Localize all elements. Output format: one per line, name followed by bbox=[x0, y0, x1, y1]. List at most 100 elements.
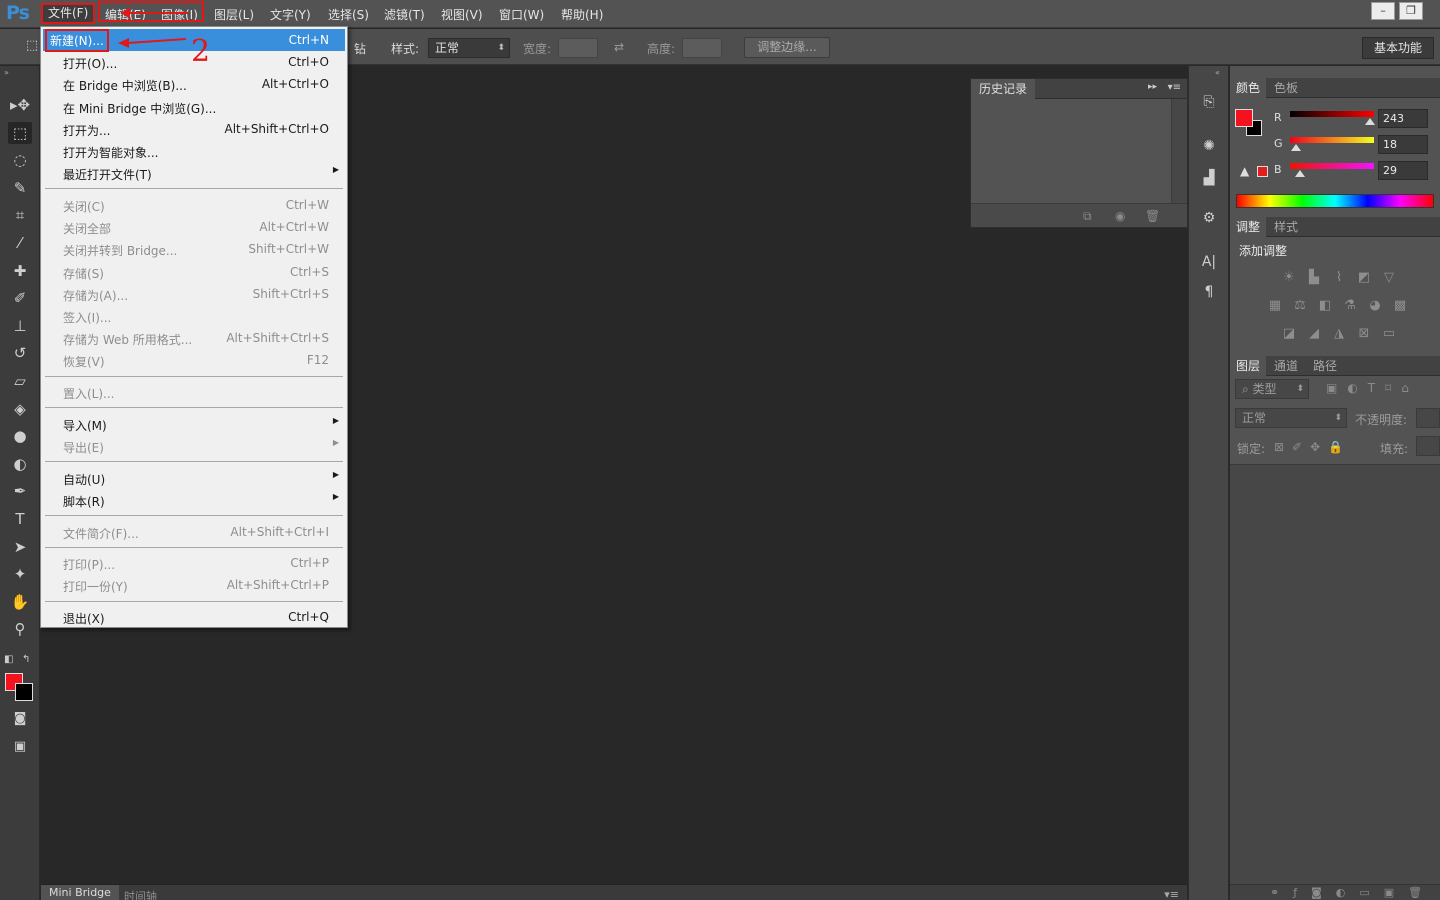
channel-g-value[interactable]: 18 bbox=[1378, 135, 1428, 154]
menu-filter[interactable]: 滤镜(T) bbox=[384, 6, 425, 23]
lock-icons[interactable]: ⊠✐✥🔒 bbox=[1274, 440, 1351, 454]
color-fg-swatch[interactable] bbox=[1235, 109, 1253, 127]
fill-input[interactable] bbox=[1416, 436, 1440, 456]
quick-selection-tool[interactable]: ✎ bbox=[8, 177, 32, 199]
character-icon[interactable]: A| bbox=[1197, 250, 1221, 274]
adjustment-icon[interactable]: ◧ bbox=[1316, 298, 1334, 314]
lasso-tool[interactable]: ◌ bbox=[8, 149, 32, 171]
blur-tool[interactable]: ● bbox=[8, 425, 32, 447]
file-menu-item[interactable]: 打开为智能对象... bbox=[43, 140, 345, 162]
file-menu-item[interactable]: 关闭全部 Alt+Ctrl+W bbox=[43, 216, 345, 238]
trash-icon[interactable]: 🗑 bbox=[1145, 209, 1160, 223]
layer-footer-icons[interactable]: ⚭ƒ◙◐▭▣🗑 bbox=[1270, 886, 1436, 899]
adjustment-icon[interactable]: ◮ bbox=[1330, 326, 1348, 342]
menu-select[interactable]: 选择(S) bbox=[328, 6, 369, 23]
channel-g-thumb[interactable] bbox=[1290, 144, 1301, 151]
color-spectrum-bar[interactable] bbox=[1236, 194, 1434, 208]
tab-mini-bridge[interactable]: Mini Bridge bbox=[41, 885, 119, 900]
layer-filter-icons[interactable]: ▣◐T⌑⌂ bbox=[1326, 381, 1419, 395]
channel-b-slider[interactable] bbox=[1290, 163, 1374, 169]
collapse-icon[interactable]: » bbox=[4, 68, 9, 77]
adjustment-icon[interactable]: ▩ bbox=[1391, 298, 1409, 314]
gamut-warning-icon[interactable]: ▲ bbox=[1240, 164, 1249, 178]
hand-tool[interactable]: ✋ bbox=[8, 591, 32, 613]
file-menu-item[interactable]: 恢复(V) F12 bbox=[43, 349, 345, 371]
history-panel-icon[interactable]: ⎘ bbox=[1197, 90, 1221, 114]
minimize-button[interactable]: – bbox=[1371, 2, 1395, 20]
tab-adjustments[interactable]: 调整 bbox=[1230, 217, 1267, 237]
file-menu-item[interactable]: 打印(P)... Ctrl+P bbox=[43, 552, 345, 574]
width-input[interactable] bbox=[558, 38, 598, 58]
file-menu-item[interactable]: 签入(I)... bbox=[43, 305, 345, 327]
adjustment-icon[interactable]: ▦ bbox=[1266, 298, 1284, 314]
file-menu-item[interactable]: 打开为... Alt+Shift+Ctrl+O bbox=[43, 118, 345, 140]
style-select[interactable]: 正常 ⬍ bbox=[428, 38, 510, 58]
channel-b-value[interactable]: 29 bbox=[1378, 161, 1428, 180]
workspace-switcher[interactable]: 基本功能 bbox=[1362, 37, 1434, 59]
file-menu-item[interactable]: 文件简介(F)... Alt+Shift+Ctrl+I bbox=[43, 521, 345, 543]
screen-mode-icon[interactable]: ▣ bbox=[8, 736, 32, 758]
file-menu-item[interactable]: 在 Bridge 中浏览(B)... Alt+Ctrl+O bbox=[43, 73, 345, 95]
menu-file[interactable]: 文件(F) bbox=[40, 3, 96, 24]
adjustment-icon[interactable]: ▽ bbox=[1380, 270, 1398, 286]
file-menu-item[interactable]: 退出(X) Ctrl+Q bbox=[43, 606, 345, 628]
panel-menu-icon[interactable]: ▾≡ bbox=[1164, 888, 1179, 900]
adjustment-icon[interactable]: ◕ bbox=[1366, 298, 1384, 314]
menu-layer[interactable]: 图层(L) bbox=[214, 6, 254, 23]
adjustment-icon[interactable]: ◩ bbox=[1355, 270, 1373, 286]
channel-r-value[interactable]: 243 bbox=[1378, 109, 1428, 128]
panel-menu-icon[interactable]: ▾≡ bbox=[1168, 82, 1181, 93]
brush-panel-icon[interactable]: ✺ bbox=[1197, 134, 1221, 158]
channel-r-slider[interactable] bbox=[1290, 111, 1374, 117]
adjustment-icon[interactable]: ▭ bbox=[1380, 326, 1398, 342]
adjustment-icon[interactable]: ⊠ bbox=[1355, 326, 1373, 342]
menu-help[interactable]: 帮助(H) bbox=[561, 6, 603, 23]
file-menu-item[interactable]: 脚本(R) ▶ bbox=[43, 489, 345, 511]
file-menu-item[interactable]: 最近打开文件(T) ▶ bbox=[43, 162, 345, 184]
dodge-tool[interactable]: ◐ bbox=[8, 453, 32, 475]
file-menu-item[interactable]: 导入(M) ▶ bbox=[43, 413, 345, 435]
adjustment-icon[interactable]: ⌇ bbox=[1330, 270, 1348, 286]
crop-tool[interactable]: ⌗ bbox=[8, 204, 32, 226]
custom-shape-tool[interactable]: ✦ bbox=[8, 563, 32, 585]
tab-swatches[interactable]: 色板 bbox=[1268, 78, 1304, 98]
tab-layers[interactable]: 图层 bbox=[1230, 356, 1267, 376]
default-colors-icon[interactable]: ◧ bbox=[4, 654, 13, 665]
file-menu-item[interactable]: 关闭(C) Ctrl+W bbox=[43, 194, 345, 216]
file-menu-item[interactable]: 存储为(A)... Shift+Ctrl+S bbox=[43, 283, 345, 305]
file-menu-item[interactable]: 存储(S) Ctrl+S bbox=[43, 261, 345, 283]
tab-paths[interactable]: 路径 bbox=[1307, 356, 1343, 376]
file-menu-item[interactable]: 置入(L)... bbox=[43, 381, 345, 403]
type-tool[interactable]: T bbox=[8, 508, 32, 530]
swap-icon[interactable]: ⇄ bbox=[614, 40, 624, 54]
tab-channels[interactable]: 通道 bbox=[1268, 356, 1304, 376]
tab-timeline[interactable]: 时间轴 bbox=[124, 888, 157, 900]
eraser-tool[interactable]: ▱ bbox=[8, 370, 32, 392]
menu-view[interactable]: 视图(V) bbox=[441, 6, 483, 23]
restore-button[interactable]: ❐ bbox=[1399, 2, 1423, 20]
pen-tool[interactable]: ✒ bbox=[8, 480, 32, 502]
refine-edge-button[interactable]: 调整边缘... bbox=[744, 37, 830, 58]
file-menu-item[interactable]: 在 Mini Bridge 中浏览(G)... bbox=[43, 96, 345, 118]
new-document-icon[interactable]: ⧉ bbox=[1083, 209, 1092, 224]
brush-tool[interactable]: ✐ bbox=[8, 287, 32, 309]
file-menu-item[interactable]: 自动(U) ▶ bbox=[43, 467, 345, 489]
menu-window[interactable]: 窗口(W) bbox=[499, 6, 544, 23]
tab-color[interactable]: 颜色 bbox=[1230, 78, 1267, 98]
properties-icon[interactable]: ⚙ bbox=[1197, 206, 1221, 230]
channel-b-thumb[interactable] bbox=[1294, 170, 1305, 177]
file-menu-item[interactable]: 存储为 Web 所用格式... Alt+Shift+Ctrl+S bbox=[43, 327, 345, 349]
menu-type[interactable]: 文字(Y) bbox=[270, 6, 311, 23]
history-scrollbar[interactable] bbox=[1171, 99, 1187, 203]
history-brush-tool[interactable]: ↺ bbox=[8, 342, 32, 364]
file-menu-item[interactable]: 导出(E) ▶ bbox=[43, 435, 345, 457]
swap-colors-icon[interactable]: ↰ bbox=[22, 654, 30, 665]
path-selection-tool[interactable]: ➤ bbox=[8, 536, 32, 558]
height-input[interactable] bbox=[682, 38, 722, 58]
adjustment-icon[interactable]: ☀ bbox=[1280, 270, 1298, 286]
histogram-icon[interactable]: ▟ bbox=[1197, 166, 1221, 190]
tab-styles[interactable]: 样式 bbox=[1268, 217, 1304, 237]
opacity-input[interactable] bbox=[1416, 408, 1440, 428]
adjustment-icon[interactable]: ⚖ bbox=[1291, 298, 1309, 314]
quick-mask-icon[interactable]: ◙ bbox=[8, 708, 32, 730]
